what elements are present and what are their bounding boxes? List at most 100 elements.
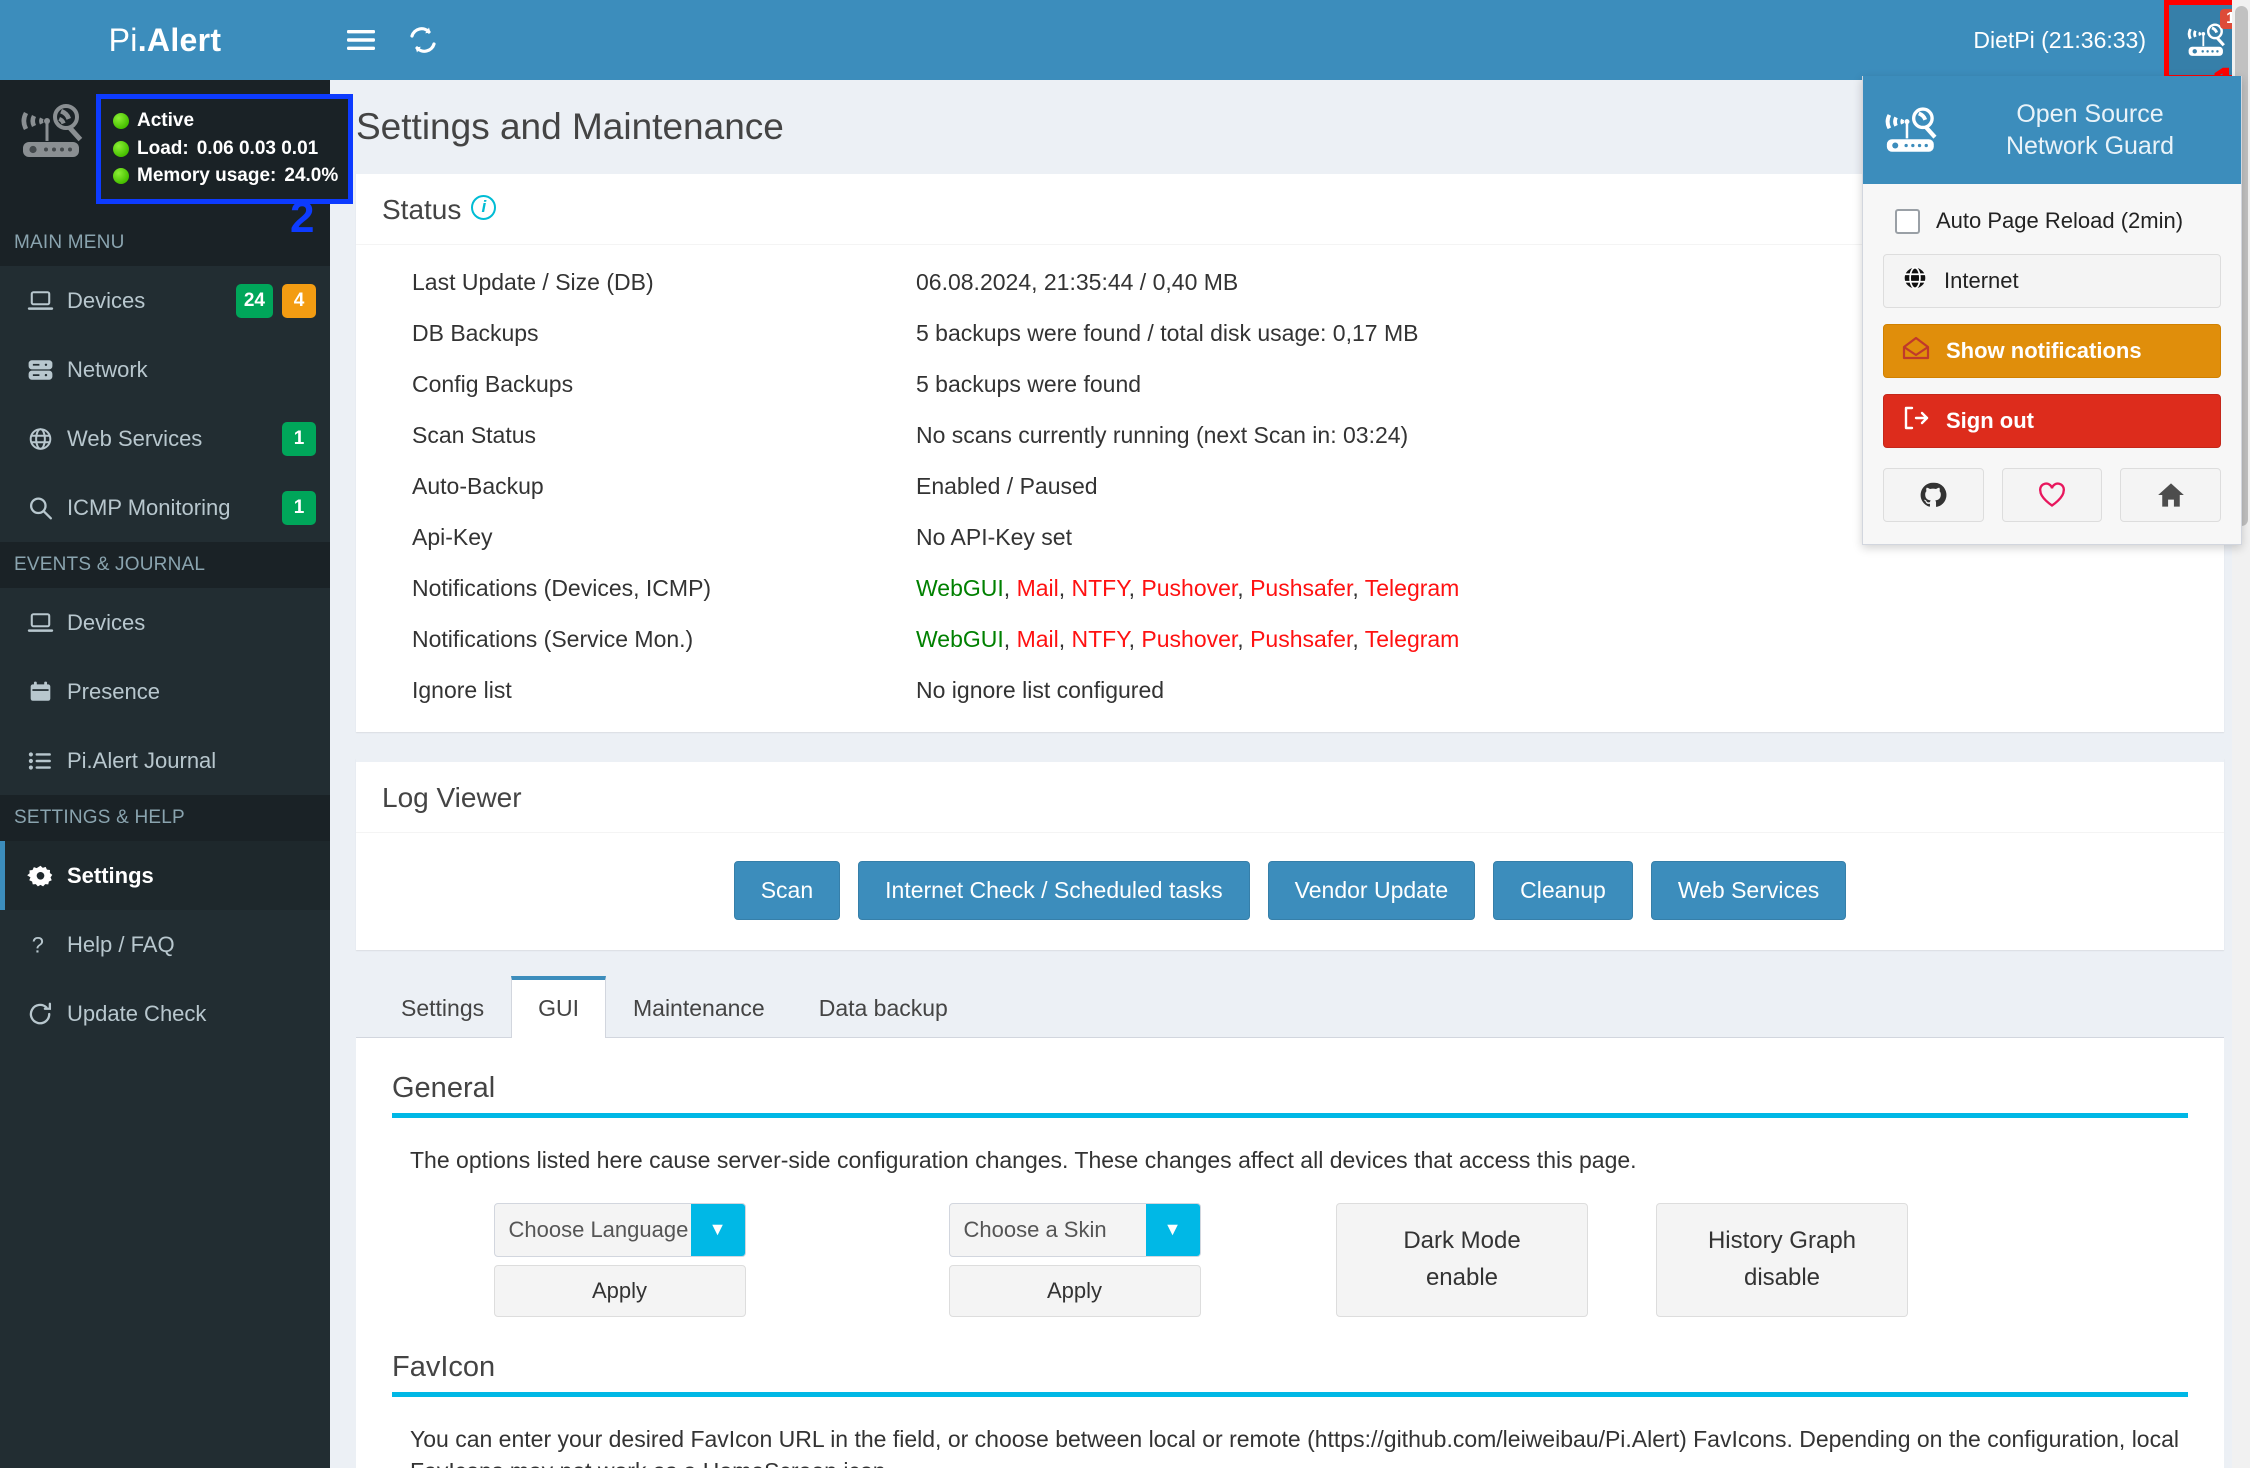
dark-mode-group: Dark Mode enable <box>1302 1203 1622 1317</box>
notification-channel: Mail <box>1017 575 1059 601</box>
system-status-label: Active <box>137 107 194 135</box>
globe-icon <box>1902 265 1928 297</box>
github-icon[interactable] <box>1883 468 1984 522</box>
log-viewer-title: Log Viewer <box>382 782 522 814</box>
sidebar-item-label: Pi.Alert Journal <box>67 748 316 774</box>
sidebar-item-label: ICMP Monitoring <box>67 495 282 521</box>
system-status-active-row: Active <box>113 107 338 135</box>
dark-mode-button[interactable]: Dark Mode enable <box>1336 1203 1588 1317</box>
annotation-marker-2: 2 <box>290 196 314 240</box>
sidebar-item-devices[interactable]: Devices <box>0 588 330 657</box>
sidebar-item-badges: 244 <box>236 284 316 318</box>
app-logo[interactable]: Pi.Alert <box>0 0 330 80</box>
laptop-icon <box>27 289 67 313</box>
sidebar-item-icmp-monitoring[interactable]: ICMP Monitoring1 <box>0 473 330 542</box>
show-notifications-button[interactable]: Show notifications <box>1883 324 2221 378</box>
system-memory-row: Memory usage: 24.0% <box>113 162 338 190</box>
sidebar-item-network[interactable]: Network <box>0 335 330 404</box>
language-select-value: Choose Language <box>495 1204 691 1256</box>
sidebar-section-header: EVENTS & JOURNAL <box>0 542 330 588</box>
sidebar-item-web-services[interactable]: Web Services1 <box>0 404 330 473</box>
sidebar-item-pi-alert-journal[interactable]: Pi.Alert Journal <box>0 726 330 795</box>
chevron-down-icon: ▼ <box>1146 1204 1200 1256</box>
chevron-down-icon: ▼ <box>691 1204 745 1256</box>
server-icon <box>27 358 67 382</box>
language-select[interactable]: Choose Language ▼ <box>494 1203 746 1257</box>
status-row-key: DB Backups <box>356 308 916 359</box>
notification-channel: Mail <box>1017 626 1059 652</box>
tab-gui[interactable]: GUI <box>511 976 606 1038</box>
language-apply-button[interactable]: Apply <box>494 1265 746 1317</box>
sidebar-item-devices[interactable]: Devices244 <box>0 266 330 335</box>
log-cleanup-button[interactable]: Cleanup <box>1493 861 1633 920</box>
sidebar-item-label: Devices <box>67 610 316 636</box>
sidebar-item-label: Web Services <box>67 426 282 452</box>
status-row-key: Auto-Backup <box>356 461 916 512</box>
log-viewer-box: Log Viewer Scan Internet Check / Schedule… <box>356 758 2224 950</box>
info-icon[interactable]: i <box>471 195 496 220</box>
status-badge: 24 <box>236 284 273 318</box>
sidebar-item-help-faq[interactable]: ?Help / FAQ <box>0 910 330 979</box>
sidebar-item-settings[interactable]: Settings <box>0 841 330 910</box>
status-row-value: WebGUI, Mail, NTFY, Pushover, Pushsafer,… <box>916 614 2224 665</box>
status-row-key: Scan Status <box>356 410 916 461</box>
notification-channel: Telegram <box>1365 575 1460 601</box>
language-option-group: Choose Language ▼ Apply <box>392 1203 847 1317</box>
sidebar-item-update-check[interactable]: Update Check <box>0 979 330 1048</box>
globe-icon <box>27 427 67 451</box>
user-panel-header: Open Source Network Guard <box>1863 76 2241 184</box>
log-vendor-update-button[interactable]: Vendor Update <box>1268 861 1475 920</box>
general-section-title: General <box>392 1072 2188 1113</box>
svg-text:?: ? <box>32 933 44 957</box>
auto-reload-row[interactable]: Auto Page Reload (2min) <box>1883 204 2221 254</box>
sidebar-item-presence[interactable]: Presence <box>0 657 330 726</box>
hamburger-icon[interactable] <box>330 0 392 80</box>
log-web-services-button[interactable]: Web Services <box>1651 861 1846 920</box>
notification-channel: Pushsafer <box>1250 575 1352 601</box>
favicon-section-rule <box>392 1392 2188 1397</box>
status-badge: 1 <box>282 491 316 525</box>
skin-select[interactable]: Choose a Skin ▼ <box>949 1203 1201 1257</box>
status-row-key: Config Backups <box>356 359 916 410</box>
status-row-key: Notifications (Service Mon.) <box>356 614 916 665</box>
envelope-open-icon <box>1902 336 1930 366</box>
sidebar-item-label: Devices <box>67 288 236 314</box>
history-graph-label: History Graph <box>1708 1228 1856 1254</box>
status-row-key: Ignore list <box>356 665 916 732</box>
internet-button[interactable]: Internet <box>1883 254 2221 308</box>
refresh-icon[interactable] <box>392 0 454 80</box>
user-panel-title-line1: Open Source <box>1957 98 2223 130</box>
system-load-label: Load: <box>137 135 189 163</box>
table-row: Notifications (Service Mon.)WebGUI, Mail… <box>356 614 2224 665</box>
notification-channel: Pushover <box>1141 575 1237 601</box>
history-graph-button[interactable]: History Graph disable <box>1656 1203 1908 1317</box>
tab-settings[interactable]: Settings <box>374 976 511 1038</box>
system-status-panel: Active Load: 0.06 0.03 0.01 Memory usage… <box>0 80 330 220</box>
logo-prefix: Pi <box>109 22 138 58</box>
general-section-description: The options listed here cause server-sid… <box>392 1144 2188 1203</box>
history-graph-group: History Graph disable <box>1622 1203 1942 1317</box>
app-root: Pi.Alert <box>0 0 2250 1468</box>
sidebar-item-label: Presence <box>67 679 316 705</box>
sign-out-button[interactable]: Sign out <box>1883 394 2221 448</box>
network-guard-icon <box>16 94 90 167</box>
sidebar: Pi.Alert <box>0 0 330 1468</box>
log-internet-check-scheduled-tasks-button[interactable]: Internet Check / Scheduled tasks <box>858 861 1250 920</box>
tab-data-backup[interactable]: Data backup <box>792 976 975 1038</box>
user-panel-icon-row <box>1883 464 2221 522</box>
home-icon[interactable] <box>2120 468 2221 522</box>
sidebar-section-header: SETTINGS & HELP <box>0 795 330 841</box>
tab-maintenance[interactable]: Maintenance <box>606 976 792 1038</box>
log-scan-button[interactable]: Scan <box>734 861 840 920</box>
sidebar-menu: MAIN MENUDevices244NetworkWeb Services1I… <box>0 220 330 1048</box>
topbar-username[interactable]: DietPi (21:36:33) <box>1973 27 2164 54</box>
skin-apply-button[interactable]: Apply <box>949 1265 1201 1317</box>
auto-reload-checkbox[interactable] <box>1895 209 1920 234</box>
notification-channel: Pushsafer <box>1250 626 1352 652</box>
list-icon <box>27 749 67 773</box>
status-row-value: No ignore list configured <box>916 665 2224 732</box>
user-panel-title: Open Source Network Guard <box>1957 98 2223 162</box>
gear-icon <box>27 864 67 888</box>
sidebar-item-label: Settings <box>67 863 316 889</box>
heart-icon[interactable] <box>2002 468 2103 522</box>
